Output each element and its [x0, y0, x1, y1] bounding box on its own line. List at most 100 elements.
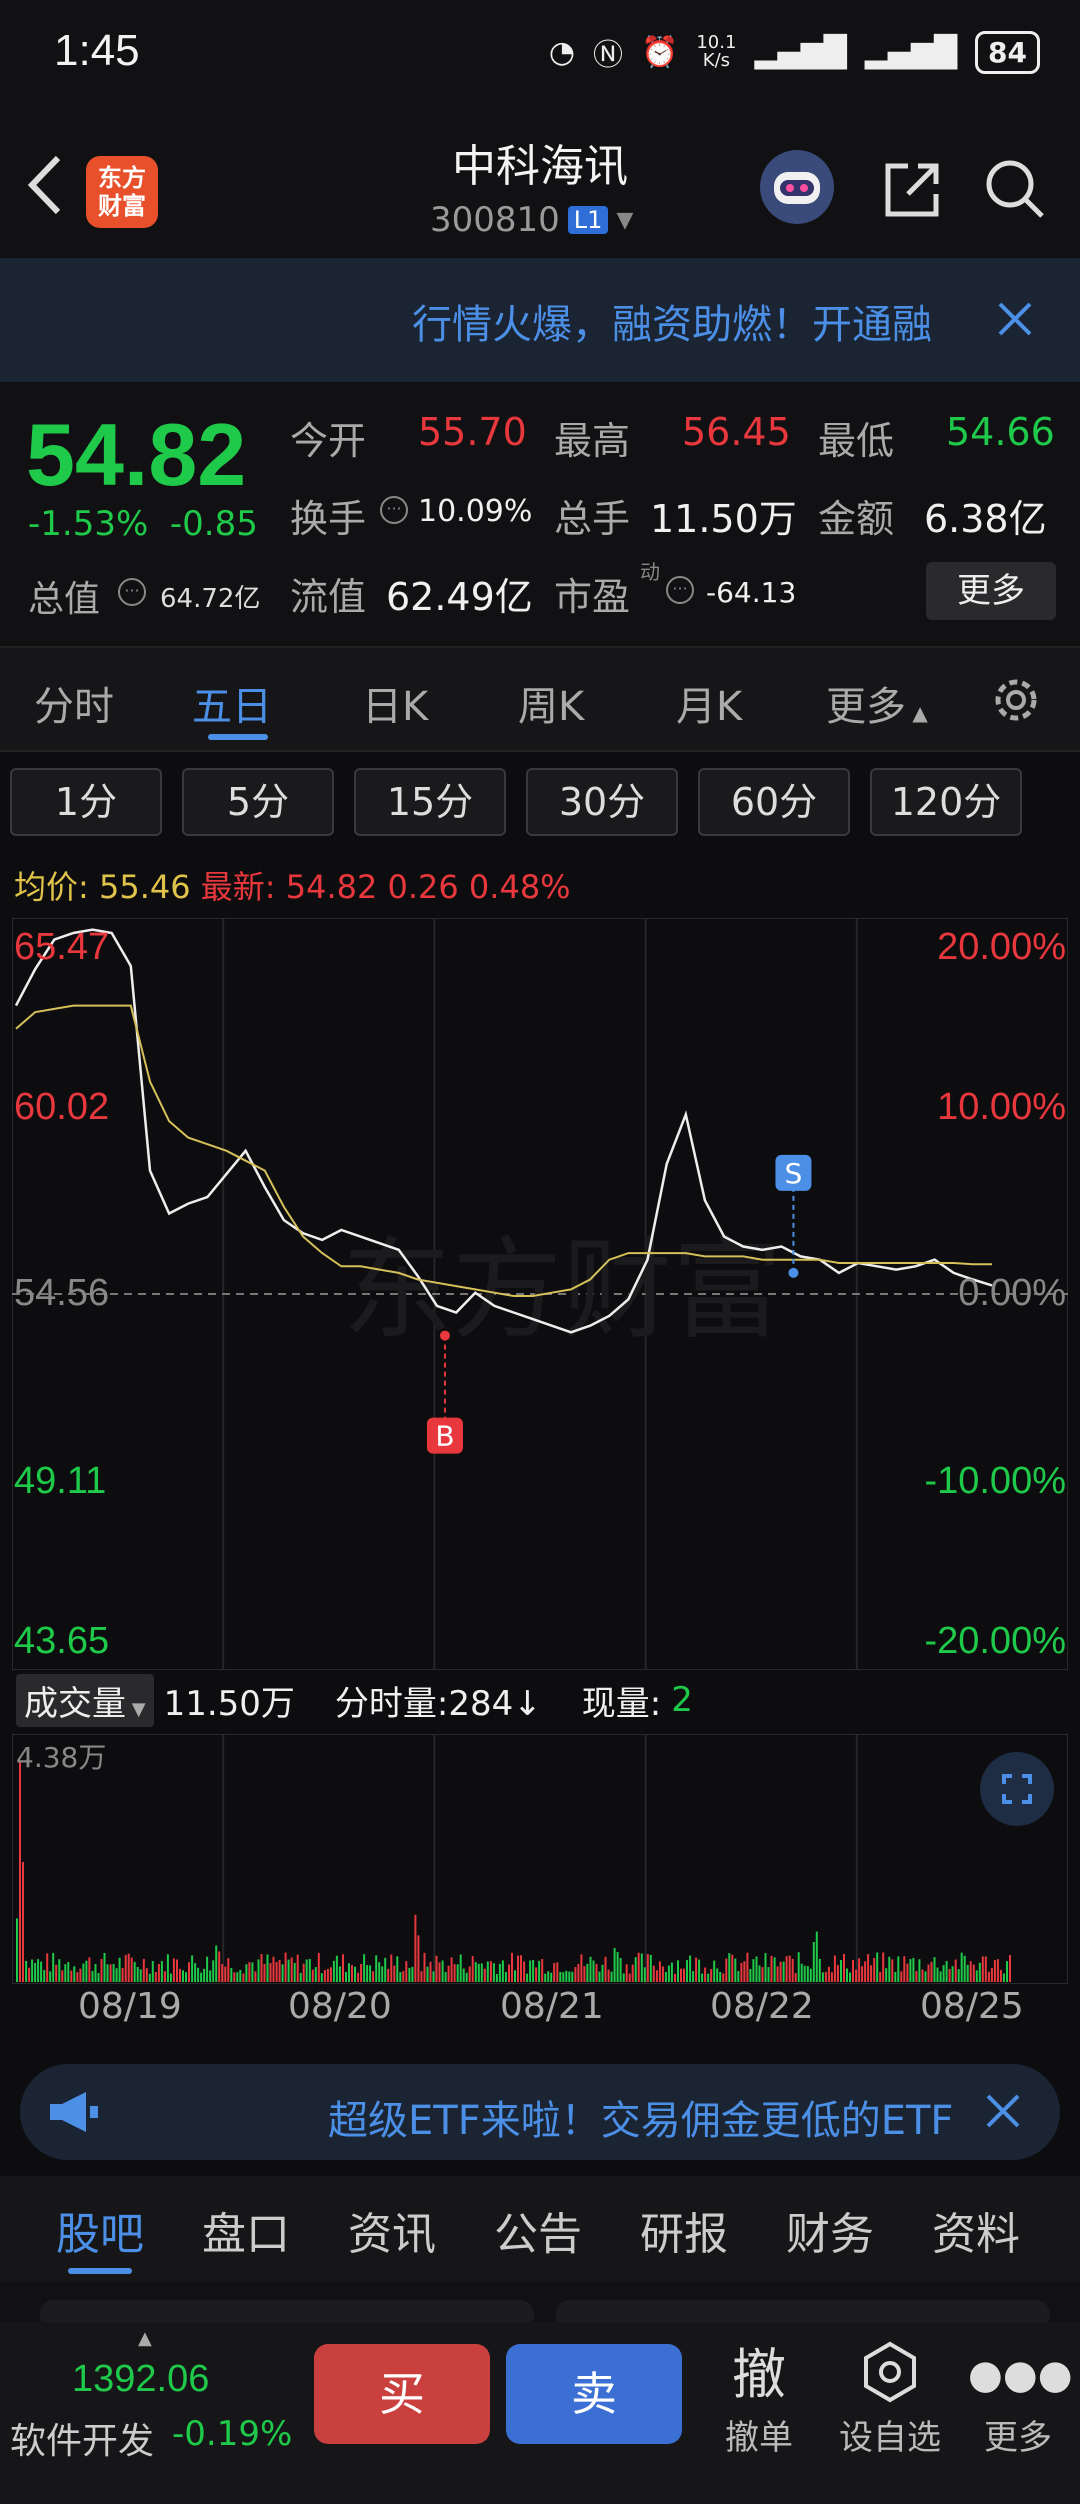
volume-bar [975, 1970, 978, 1982]
volume-bar [16, 1918, 18, 1982]
volume-bar [88, 1957, 91, 1982]
minute-button-60[interactable]: 60分 [698, 768, 850, 836]
volume-bar [843, 1954, 845, 1982]
volume-bar [281, 1964, 284, 1982]
stock-code-switch[interactable]: 300810 L1 ▼ [430, 200, 633, 240]
tab-weekly-k[interactable]: 周K [518, 674, 584, 732]
volume-bar [290, 1957, 293, 1982]
current-price: 54.82 [26, 405, 247, 504]
volume-chart[interactable] [12, 1734, 1068, 1984]
tab-daily-k[interactable]: 日K [362, 674, 428, 732]
robot-assistant-icon[interactable] [760, 150, 834, 224]
buy-button[interactable]: 买 [314, 2344, 490, 2444]
price-chart[interactable]: 东方财富 BS [12, 918, 1068, 1670]
tab-research[interactable]: 研报 [640, 2198, 728, 2262]
volume-bar [121, 1968, 124, 1982]
tab-forum[interactable]: 股吧 [56, 2198, 144, 2262]
change-amt: -0.85 [169, 504, 258, 544]
volume-bar [520, 1955, 522, 1982]
volume-bar [840, 1960, 842, 1982]
expand-icon[interactable] [980, 1752, 1054, 1826]
margin-banner[interactable]: 行情火爆，融资助燃！开通融 [0, 258, 1080, 382]
ad-text: 超级ETF来啦！交易佣金更低的ETF [328, 2098, 954, 2144]
search-icon[interactable] [982, 156, 1048, 222]
tab-orderbook[interactable]: 盘口 [202, 2198, 290, 2262]
volume-bar [133, 1961, 136, 1982]
volume-max-label: 4.38万 [16, 1741, 107, 1774]
cancel-icon: 撤 [732, 2343, 786, 2406]
volume-bar [631, 1964, 634, 1982]
close-icon[interactable] [990, 294, 1040, 344]
tab-news[interactable]: 资讯 [348, 2198, 436, 2262]
volume-bar [441, 1960, 444, 1982]
volume-bar [903, 1956, 906, 1982]
info-icon[interactable]: ··· [118, 578, 146, 606]
volume-bar [372, 1971, 375, 1982]
sell-button[interactable]: 卖 [506, 2344, 682, 2444]
share-icon[interactable] [880, 158, 944, 222]
app-logo[interactable]: 东方 财富 [86, 156, 158, 228]
cancel-label: 撤单 [725, 2418, 793, 2458]
volume-bar [610, 1971, 613, 1982]
close-icon[interactable] [980, 2088, 1026, 2134]
volume-bar [34, 1963, 37, 1982]
volume-bar [245, 1964, 248, 1982]
volume-bar [480, 1963, 483, 1982]
gear-icon[interactable] [986, 670, 1046, 730]
tab-profile[interactable]: 资料 [932, 2198, 1020, 2262]
minute-button-1[interactable]: 1分 [10, 768, 162, 836]
etf-ad-banner[interactable]: 超级ETF来啦！交易佣金更低的ETF [20, 2064, 1060, 2160]
volume-bar [616, 1952, 619, 1982]
volume-bar [846, 1968, 848, 1982]
axis-left-4: 43.65 [14, 1620, 110, 1662]
add-watchlist-button[interactable]: 设自选 [832, 2340, 948, 2459]
volume-bar [40, 1961, 43, 1982]
volume-bar [197, 1967, 200, 1982]
volume-bar [695, 1957, 698, 1982]
back-icon[interactable] [22, 150, 72, 220]
tab-more[interactable]: 更多 ▲ [826, 674, 928, 732]
volume-bar [67, 1962, 70, 1982]
volume-bar [302, 1963, 305, 1982]
volume-bar [378, 1962, 381, 1982]
axis-left-0: 65.47 [14, 926, 110, 968]
volume-bar [468, 1966, 471, 1982]
volume-bar [674, 1973, 676, 1982]
tab-five-day[interactable]: 五日 [192, 674, 272, 732]
volume-bar [109, 1964, 112, 1982]
minute-button-15[interactable]: 15分 [354, 768, 506, 836]
info-icon[interactable]: ··· [666, 576, 694, 604]
sector-index-value[interactable]: 1392.06 [72, 2358, 209, 2401]
volume-bar [411, 1966, 414, 1982]
volume-bar [806, 1966, 809, 1982]
volume-bar [791, 1958, 794, 1982]
logo-text-1: 东方 [98, 164, 146, 192]
clock: 1:45 [54, 26, 140, 75]
volume-bar [82, 1963, 85, 1982]
more-button[interactable]: ●●● 更多 [968, 2340, 1073, 2459]
tab-intraday[interactable]: 分时 [34, 674, 114, 732]
volume-bar [58, 1959, 61, 1982]
volume-bar [221, 1964, 224, 1982]
latest-value: 54.82 [285, 868, 378, 906]
volume-bar [97, 1973, 100, 1982]
volume-bar [323, 1970, 326, 1982]
float-value: 62.49亿 [386, 575, 533, 619]
tab-announcements[interactable]: 公告 [494, 2198, 582, 2262]
cancel-order-button[interactable]: 撤 撤单 [714, 2340, 804, 2459]
tab-monthly-k[interactable]: 月K [676, 674, 742, 732]
volume-bar [381, 1966, 384, 1982]
tab-finance[interactable]: 财务 [786, 2198, 874, 2262]
volume-bar [966, 1964, 969, 1982]
minute-button-30[interactable]: 30分 [526, 768, 678, 836]
minute-button-120[interactable]: 120分 [870, 768, 1022, 836]
volume-selector[interactable]: 成交量 ▼ [16, 1673, 154, 1727]
volume-bar [541, 1959, 544, 1982]
volume-bar [91, 1971, 94, 1982]
more-quote-button[interactable]: 更多 [926, 562, 1056, 620]
minute-button-5[interactable]: 5分 [182, 768, 334, 836]
volume-bar [794, 1973, 797, 1982]
sector-name[interactable]: 软件开发 [10, 2412, 154, 2464]
info-icon[interactable]: ··· [380, 496, 408, 524]
volume-bar [233, 1972, 236, 1982]
